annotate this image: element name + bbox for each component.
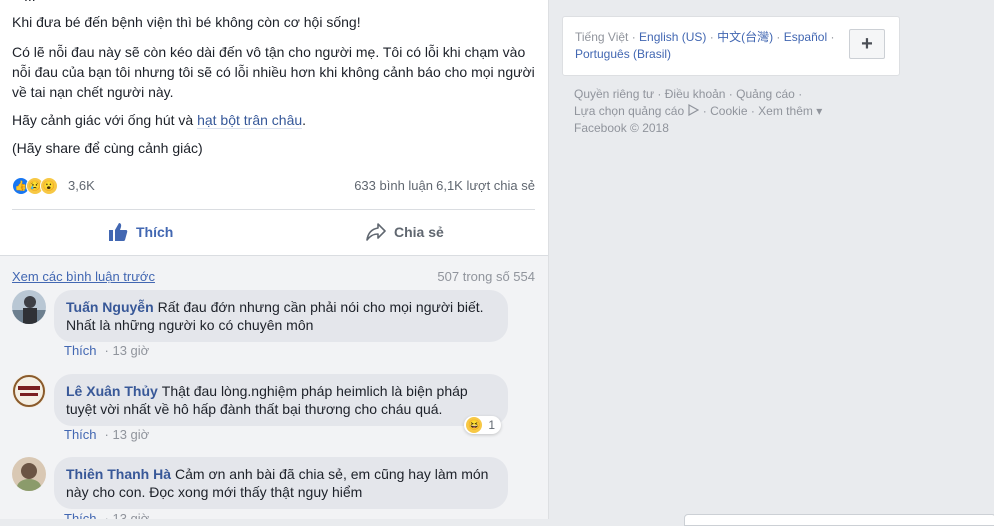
footer-ad-choices-link[interactable]: Lựa chọn quảng cáo <box>574 104 684 118</box>
like-button[interactable]: Thích <box>108 210 173 254</box>
post-paragraph-4: (Hãy share để cùng cảnh giác) <box>12 140 203 156</box>
comment-meta: Thích · 13 giờ <box>64 427 150 442</box>
footer-ads-link[interactable]: Quảng cáo <box>736 87 795 101</box>
share-button-label: Chia sẻ <box>394 224 444 240</box>
post-paragraph-3-suffix: . <box>302 112 307 128</box>
footer-copyright: Facebook © 2018 <box>574 121 669 135</box>
ad-choices-icon <box>688 103 700 117</box>
comment-pager: 507 trong số 554 <box>437 269 535 284</box>
language-portuguese[interactable]: Português (Brasil) <box>575 47 671 61</box>
post-paragraph-3: Hãy cảnh giác với ống hút và hạt bột trâ… <box>12 110 306 130</box>
comment-author[interactable]: Thiên Thanh Hà <box>66 466 171 482</box>
wow-reaction-icon: 😮 <box>40 177 58 195</box>
comment-count[interactable]: 633 bình luận <box>354 178 433 193</box>
share-button[interactable]: Chia sẻ <box>366 210 444 254</box>
footer-terms-link[interactable]: Điều khoản <box>665 87 726 101</box>
post-paragraph-1: Khi đưa bé đến bệnh viện thì bé không cò… <box>12 14 361 30</box>
comment-item: Thiên Thanh Hà Cảm ơn anh bài đã chia sẻ,… <box>12 457 535 519</box>
view-previous-comments-link[interactable]: Xem các bình luận trước <box>12 269 155 284</box>
comment-meta: Thích · 13 giờ <box>64 343 150 358</box>
avatar[interactable] <box>12 374 46 408</box>
more-languages-button[interactable]: + <box>849 29 885 59</box>
comment-bubble: Thiên Thanh Hà Cảm ơn anh bài đã chia sẻ,… <box>54 457 508 509</box>
footer-cookie-link[interactable]: Cookie <box>710 104 747 118</box>
language-spanish[interactable]: Español <box>784 30 827 44</box>
comment-item: Lê Xuân Thủy Thật đau lòng.nghiệm pháp he… <box>12 374 535 446</box>
avatar-logo-icon <box>12 374 46 408</box>
comment-reaction-count: 1 <box>488 418 495 432</box>
language-english[interactable]: English (US) <box>639 30 706 44</box>
comment-author[interactable]: Tuấn Nguyễn <box>66 299 154 315</box>
comments-section: Xem các bình luận trước 507 trong số 554… <box>0 255 548 519</box>
footer-privacy-link[interactable]: Quyền riêng tư <box>574 87 654 101</box>
share-arrow-icon <box>366 223 386 241</box>
comment-bubble: Tuấn Nguyễn Rất đau đớn nhưng cần phải nó… <box>54 290 508 342</box>
share-count[interactable]: 6,1K lượt chia sẻ <box>436 178 535 193</box>
reaction-bar: 👍 😢 😮 3,6K 633 bình luận 6,1K lượt chia … <box>12 176 535 196</box>
avatar-photo-icon <box>12 290 46 324</box>
plus-icon: + <box>861 32 873 55</box>
comment-timestamp[interactable]: 13 giờ <box>112 343 149 358</box>
avatar-photo-icon <box>12 457 46 491</box>
language-current: Tiếng Việt <box>575 30 629 44</box>
language-selector: Tiếng Việt · English (US) · 中文(台灣) · Esp… <box>562 16 900 76</box>
comment-like-link[interactable]: Thích <box>64 511 97 519</box>
post-paragraph-3-prefix: Hãy cảnh giác với ống hút và <box>12 112 198 128</box>
comment-meta: Thích · 13 giờ <box>64 511 149 519</box>
comment-bubble: Lê Xuân Thủy Thật đau lòng.nghiệm pháp he… <box>54 374 508 426</box>
language-list: Tiếng Việt · English (US) · 中文(台灣) · Esp… <box>575 30 835 61</box>
reaction-count[interactable]: 3,6K <box>68 178 95 193</box>
chat-panel-edge[interactable] <box>684 514 994 526</box>
post-actions: Thích Chia sẻ <box>12 210 535 254</box>
footer-more-link[interactable]: Xem thêm <box>758 104 813 118</box>
caret-down-icon: ▾ <box>816 104 823 118</box>
post-inline-link[interactable]: hạt bột trân châu <box>197 112 303 129</box>
comment-timestamp[interactable]: 13 giờ <box>112 427 149 442</box>
comment-reaction-badge[interactable]: 😆 1 <box>464 416 501 434</box>
avatar[interactable] <box>12 290 46 324</box>
comment-timestamp[interactable]: 13 giờ <box>112 511 149 519</box>
footer-links: Quyền riêng tư · Điều khoản · Quảng cáo … <box>574 87 823 135</box>
post-card: ... Khi đưa bé đến bệnh viện thì bé khôn… <box>0 0 549 519</box>
post-paragraph-2: Có lẽ nỗi đau này sẽ còn kéo dài đến vô … <box>12 44 535 100</box>
language-chinese[interactable]: 中文(台灣) <box>717 30 773 44</box>
post-cut-line: ... <box>24 0 36 6</box>
laugh-reaction-icon: 😆 <box>466 417 483 433</box>
comment-like-link[interactable]: Thích <box>64 427 97 442</box>
thumbs-up-icon <box>109 223 128 241</box>
comment-item: Tuấn Nguyễn Rất đau đớn nhưng cần phải nó… <box>12 290 535 362</box>
avatar[interactable] <box>12 457 46 491</box>
comment-like-link[interactable]: Thích <box>64 343 97 358</box>
comment-author[interactable]: Lê Xuân Thủy <box>66 383 158 399</box>
like-button-label: Thích <box>136 224 174 240</box>
